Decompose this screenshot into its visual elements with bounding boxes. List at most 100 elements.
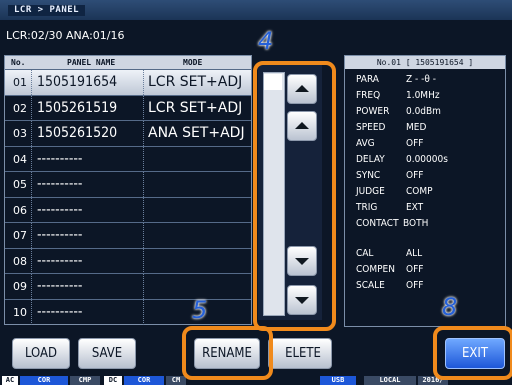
local-indicator: LOCAL	[364, 376, 416, 385]
cm-indicator: CM	[166, 376, 186, 385]
table-header: No. PANEL NAME MODE	[5, 56, 251, 69]
table-row[interactable]: 05 ----------	[5, 171, 251, 197]
row-number: 05	[13, 178, 27, 191]
panel-name: ----------	[37, 278, 83, 294]
column-divider	[143, 70, 144, 95]
callout-number-5: 5	[192, 296, 208, 324]
param-value: 0.00000s	[406, 154, 448, 165]
table-row[interactable]: 09 ----------	[5, 273, 251, 299]
callout-frame-5	[182, 326, 273, 380]
header-mode: MODE	[183, 58, 203, 67]
param-key: AVG	[356, 138, 375, 149]
table-row[interactable]: 04 ----------	[5, 145, 251, 172]
param-key: SCALE	[356, 280, 385, 291]
panel-name: 1505191654	[37, 74, 118, 90]
param-key: SYNC	[356, 170, 381, 181]
param-key: SPEED	[356, 122, 386, 133]
column-divider	[143, 121, 144, 146]
ac-indicator: AC	[2, 376, 18, 385]
callout-frame-8	[433, 326, 512, 380]
panel-info-box: No.01 [ 1505191654 ] PARA Z - -θ - FREQ 1.…	[344, 55, 506, 327]
param-key: FREQ	[356, 90, 381, 101]
row-number: 06	[13, 203, 27, 217]
cor-indicator-dc: COR	[124, 376, 164, 385]
title-bar: LCR > PANEL	[0, 0, 512, 20]
table-row[interactable]: 10 ----------	[5, 298, 251, 325]
usb-indicator: USB	[320, 376, 356, 385]
column-divider	[143, 146, 144, 172]
param-key: CONTACT	[356, 218, 399, 229]
callout-number-8: 8	[442, 293, 458, 321]
table-row[interactable]: 06 ----------	[5, 196, 251, 223]
column-divider	[31, 223, 32, 248]
row-number: 10	[13, 305, 27, 319]
window-title: LCR > PANEL	[8, 5, 86, 16]
column-divider	[31, 248, 32, 274]
row-number: 08	[13, 254, 27, 268]
param-key: TRIG	[356, 202, 378, 213]
panel-name: ----------	[37, 303, 83, 320]
table-row[interactable]: 01 1505191654 LCR SET+ADJ	[5, 69, 251, 95]
panel-mode: LCR SET+ADJ	[148, 74, 243, 90]
column-divider	[143, 197, 144, 223]
param-key: COMPEN	[356, 264, 395, 275]
row-number: 07	[13, 229, 27, 242]
panel-mode: LCR SET+ADJ	[148, 99, 243, 116]
panel-name: ----------	[37, 201, 83, 218]
info-title: No.01 [ 1505191654 ]	[345, 56, 505, 69]
column-divider	[31, 274, 32, 299]
param-value: BOTH	[403, 218, 429, 229]
column-divider	[143, 95, 144, 121]
row-number: 01	[13, 76, 27, 89]
callout-number-4: 4	[258, 27, 274, 55]
callout-frame-4	[253, 61, 336, 331]
column-divider	[143, 274, 144, 299]
table-row[interactable]: 03 1505261520 ANA SET+ADJ	[5, 120, 251, 146]
row-number: 02	[13, 101, 27, 115]
column-divider	[31, 299, 32, 325]
column-divider	[31, 70, 32, 95]
load-button[interactable]: LOAD	[12, 338, 70, 369]
column-divider	[31, 197, 32, 223]
table-row[interactable]: 07 ----------	[5, 222, 251, 248]
param-value: Z - -θ -	[406, 74, 436, 85]
param-value: 0.0dBm	[406, 106, 441, 117]
column-divider	[143, 248, 144, 274]
cmp-indicator: CMP	[70, 376, 100, 385]
column-divider	[143, 172, 144, 197]
panel-mode: ANA SET+ADJ	[148, 125, 245, 141]
column-divider	[143, 223, 144, 248]
panel-name: ----------	[37, 176, 83, 192]
param-value: OFF	[406, 264, 424, 275]
column-divider	[143, 299, 144, 325]
panel-list-table: No. PANEL NAME MODE 01 1505191654 LCR SET+…	[4, 55, 252, 325]
param-value: EXT	[406, 202, 424, 213]
panel-count-status: LCR:02/30 ANA:01/16	[6, 29, 125, 42]
delete-button[interactable]: ELETE	[268, 338, 332, 369]
param-key: POWER	[356, 106, 390, 117]
param-value: COMP	[406, 186, 433, 197]
param-key: CAL	[356, 248, 374, 259]
panel-name: ----------	[37, 252, 83, 269]
panel-name: 1505261519	[37, 99, 118, 116]
param-key: JUDGE	[356, 186, 385, 197]
column-divider	[31, 146, 32, 172]
column-divider	[31, 95, 32, 121]
param-value: MED	[406, 122, 427, 133]
header-no: No.	[11, 58, 26, 67]
param-value: OFF	[406, 280, 424, 291]
table-row[interactable]: 02 1505261519 LCR SET+ADJ	[5, 94, 251, 121]
panel-name: 1505261520	[37, 125, 118, 141]
param-value: OFF	[406, 138, 424, 149]
panel-name: ----------	[37, 227, 83, 243]
param-value: 1.0MHz	[406, 90, 440, 101]
table-row[interactable]: 08 ----------	[5, 247, 251, 274]
panel-name: ----------	[37, 150, 83, 167]
row-number: 03	[13, 127, 27, 140]
param-key: DELAY	[356, 154, 385, 165]
row-number: 09	[13, 280, 27, 293]
save-button[interactable]: SAVE	[78, 338, 136, 369]
param-value: ALL	[406, 248, 423, 259]
header-panel-name: PANEL NAME	[67, 58, 116, 67]
column-divider	[31, 172, 32, 197]
